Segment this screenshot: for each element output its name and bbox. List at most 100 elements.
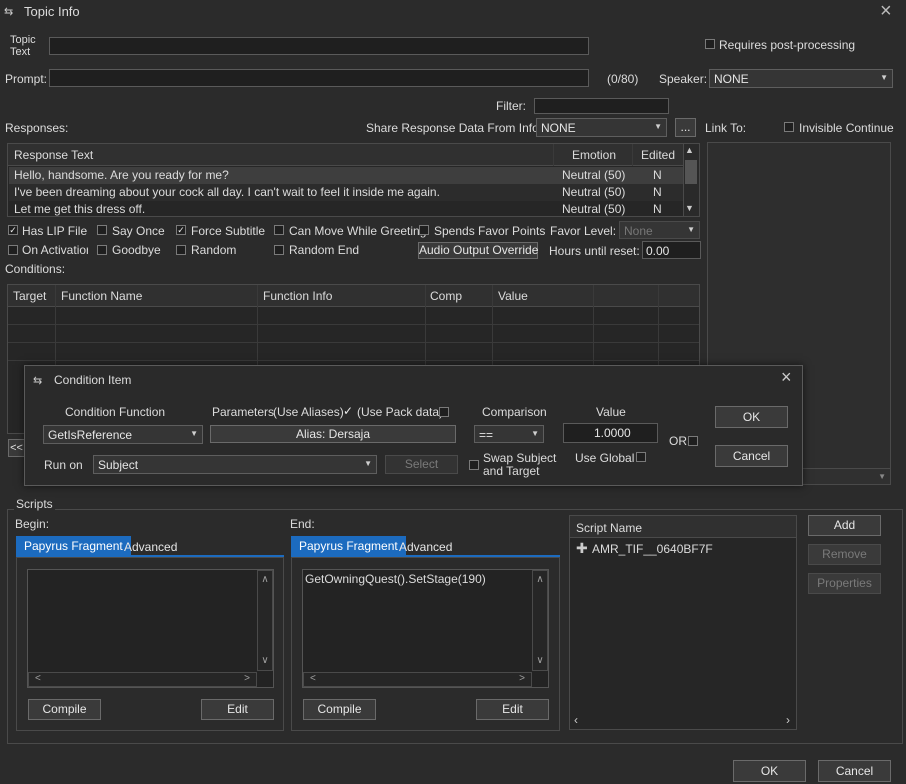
swap-subject-checkbox[interactable] [469, 460, 479, 470]
topic-text-input[interactable] [49, 37, 589, 55]
cancel-button[interactable]: Cancel [818, 760, 891, 782]
run-on-select[interactable]: Subject ▼ [93, 455, 377, 474]
random-end-checkbox[interactable] [274, 245, 284, 255]
dialog-close-icon[interactable]: × [781, 367, 792, 388]
end-hscroll[interactable]: < > [303, 672, 532, 687]
scroll-thumb[interactable] [685, 160, 697, 184]
dialog-cancel-button[interactable]: Cancel [715, 445, 788, 467]
comparison-select[interactable]: == ▼ [474, 425, 544, 443]
force-subtitle-checkbox[interactable]: ✓ [176, 225, 186, 235]
script-name-header[interactable]: Script Name [576, 521, 642, 535]
col-function-name[interactable]: Function Name [61, 289, 142, 303]
end-tab-papyrus[interactable]: Papyrus Fragment [291, 536, 406, 555]
chevron-down-icon: ▼ [878, 472, 886, 481]
add-script-button[interactable]: Add [808, 515, 881, 536]
conditions-prev-button[interactable]: << [8, 439, 25, 457]
swap-subject-label-1: Swap Subject [483, 451, 557, 465]
share-response-select[interactable]: NONE ▼ [536, 118, 667, 137]
script-item[interactable]: AMR_TIF__0640BF7F [592, 542, 713, 556]
filter-label: Filter: [496, 99, 526, 113]
run-on-label: Run on [44, 458, 83, 472]
begin-tab-advanced[interactable]: Advanced [124, 540, 177, 554]
share-response-label: Share Response Data From Info: [366, 121, 543, 135]
use-global-checkbox[interactable] [636, 452, 646, 462]
col-emotion[interactable]: Emotion [572, 148, 616, 162]
condition-function-select[interactable]: GetIsReference ▼ [43, 425, 203, 444]
share-browse-button[interactable]: ... [675, 118, 696, 137]
scripts-label: Scripts [14, 497, 55, 511]
value-input[interactable]: 1.0000 [563, 423, 658, 443]
speaker-select[interactable]: NONE ▼ [709, 69, 893, 88]
say-once-checkbox[interactable] [97, 225, 107, 235]
condition-function-label: Condition Function [65, 405, 166, 419]
ok-button[interactable]: OK [733, 760, 806, 782]
comparison-label: Comparison [482, 405, 547, 419]
or-label: OR [669, 434, 687, 448]
plus-icon: ✚ [576, 540, 588, 556]
random-checkbox[interactable] [176, 245, 186, 255]
prompt-input[interactable] [49, 69, 589, 87]
end-compile-button[interactable]: Compile [303, 699, 376, 720]
table-row[interactable]: I've been dreaming about your cock all d… [9, 184, 683, 201]
has-lip-checkbox[interactable]: ✓ [8, 225, 18, 235]
use-global-label: Use Global [575, 451, 635, 465]
begin-vscroll[interactable]: ∧ ∨ [257, 570, 273, 671]
dialog-title: Condition Item [54, 373, 132, 387]
remove-script-button[interactable]: Remove [808, 544, 881, 565]
goodbye-checkbox[interactable] [97, 245, 107, 255]
properties-button[interactable]: Properties [808, 573, 881, 594]
dialog-ok-button[interactable]: OK [715, 406, 788, 428]
can-move-checkbox[interactable] [274, 225, 284, 235]
select-button[interactable]: Select [385, 455, 458, 474]
begin-hscroll[interactable]: < > [28, 672, 257, 687]
say-once-label: Say Once [112, 224, 165, 238]
use-aliases-checkbox[interactable]: ✓ [343, 405, 353, 417]
prompt-count: (0/80) [607, 72, 639, 86]
begin-tab-papyrus[interactable]: Papyrus Fragment [16, 536, 131, 555]
table-row[interactable]: Hello, handsome. Are you ready for me? Ne… [9, 167, 683, 184]
requires-post-label: Requires post-processing [719, 38, 856, 52]
begin-code-editor[interactable] [27, 569, 274, 688]
on-activation-checkbox[interactable] [8, 245, 18, 255]
parameter-button[interactable]: Alias: Dersaja [210, 425, 456, 443]
col-function-info[interactable]: Function Info [263, 289, 332, 303]
end-edit-button[interactable]: Edit [476, 699, 549, 720]
spends-favor-label: Spends Favor Points [434, 224, 546, 238]
scroll-up-icon[interactable]: ▲ [685, 145, 694, 155]
table-row[interactable]: Let me get this dress off. Neutral (50) N [9, 201, 683, 216]
end-tab-advanced[interactable]: Advanced [399, 540, 452, 554]
prompt-label: Prompt: [5, 72, 48, 86]
hours-reset-input[interactable]: 0.00 [642, 241, 701, 259]
topic-text-label-1: Topic [10, 34, 36, 46]
end-code-editor[interactable] [302, 569, 549, 688]
script-list-hscroll[interactable]: ‹ › [570, 713, 796, 729]
col-target[interactable]: Target [13, 289, 46, 303]
force-subtitle-label: Force Subtitle [191, 224, 266, 238]
window-title: Topic Info [24, 4, 80, 19]
col-value[interactable]: Value [498, 289, 528, 303]
use-aliases-label: (Use Aliases) [273, 405, 344, 419]
on-activation-label: On Activatior [22, 243, 88, 257]
use-pack-checkbox[interactable] [439, 407, 449, 417]
or-checkbox[interactable] [688, 436, 698, 446]
spends-favor-checkbox[interactable] [419, 225, 429, 235]
scroll-down-icon[interactable]: ▼ [685, 203, 694, 213]
begin-compile-button[interactable]: Compile [28, 699, 101, 720]
can-move-label: Can Move While Greeting [289, 224, 427, 238]
end-vscroll[interactable]: ∧ ∨ [532, 570, 548, 671]
invisible-continue-checkbox[interactable] [784, 122, 794, 132]
speaker-label: Speaker: [659, 72, 708, 86]
close-icon[interactable]: × [880, 0, 892, 23]
requires-post-checkbox[interactable] [705, 39, 715, 49]
conditions-label: Conditions: [5, 262, 66, 276]
begin-edit-button[interactable]: Edit [201, 699, 274, 720]
audio-override-button[interactable]: Audio Output Override [418, 242, 538, 259]
filter-input[interactable] [534, 98, 669, 114]
parameters-label: Parameters [212, 405, 275, 419]
col-edited[interactable]: Edited [641, 148, 675, 162]
col-response-text[interactable]: Response Text [14, 148, 93, 162]
col-comp[interactable]: Comp [430, 289, 462, 303]
link-to-combo[interactable]: ▼ [800, 468, 891, 485]
favor-level-select[interactable]: None ▼ [619, 221, 700, 239]
invisible-continue-label: Invisible Continue [799, 121, 894, 135]
